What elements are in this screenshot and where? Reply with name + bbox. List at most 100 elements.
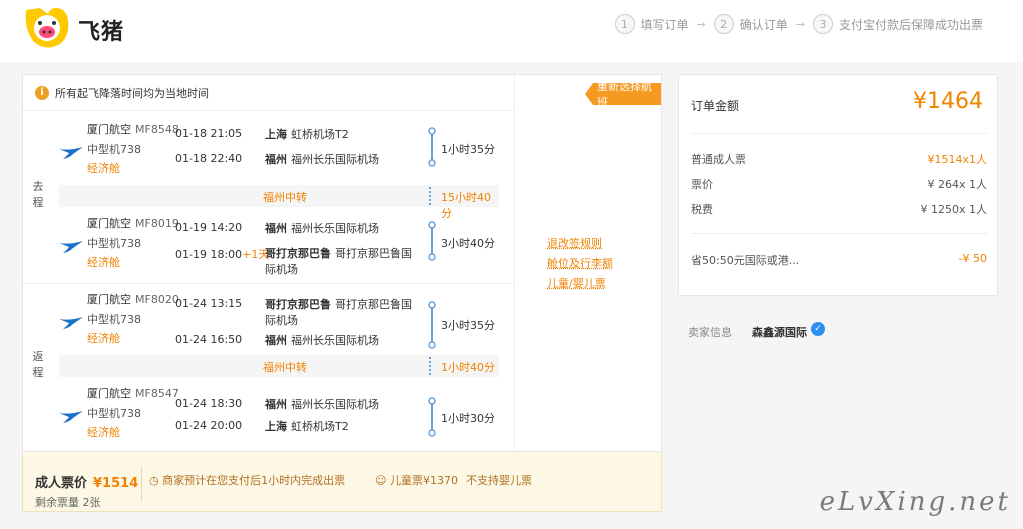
seller-label: 卖家信息 <box>688 326 732 339</box>
return-label: 返程 <box>32 350 44 379</box>
arrow-right-icon: → <box>795 17 805 31</box>
price-row-value: ¥ 264x 1人 <box>927 178 988 191</box>
flight-duration: 1小时35分 <box>441 143 495 156</box>
airline-name: 厦门航空 <box>87 123 131 136</box>
flight-number: MF8548 <box>135 123 179 136</box>
arrival-city: 福州 <box>265 153 287 166</box>
divider <box>141 466 142 502</box>
xiamen-airlines-logo-icon <box>59 317 83 329</box>
airline-name: 厦门航空 <box>87 217 131 230</box>
departure-airport-name: 福州长乐国际机场 <box>291 222 379 235</box>
departure-airport: 哥打京那巴鲁 哥打京那巴鲁国际机场 <box>265 297 420 329</box>
adult-price-value: ¥1514 <box>93 476 139 491</box>
transfer-bar: 福州中转 15小时40分 <box>59 185 499 220</box>
price-row-value: ¥ 1250x 1人 <box>920 203 988 216</box>
departure-airport: 福州 福州长乐国际机场 <box>265 397 420 413</box>
clock-icon: ◷ <box>149 474 163 487</box>
departure-time: 01-24 13:15 <box>175 297 243 310</box>
arrival-time-text: 01-24 16:50 <box>175 333 243 346</box>
child-icon: ☺ <box>375 474 390 487</box>
plane-type: 中型机738 <box>87 237 141 250</box>
divider <box>691 233 987 234</box>
discount-label[interactable]: 省50:50元国际或港... <box>691 254 799 267</box>
price-row-label: 普通成人票 <box>691 153 746 166</box>
xiamen-airlines-logo-icon <box>59 241 83 253</box>
price-row: 税费 ¥ 1250x 1人 <box>691 201 987 217</box>
airline-name: 厦门航空 <box>87 387 131 400</box>
departure-city: 福州 <box>265 222 287 235</box>
cabin-class: 经济舱 <box>87 162 120 175</box>
seller-name[interactable]: 森鑫源国际 <box>752 324 807 340</box>
arrival-city: 福州 <box>265 334 287 347</box>
xiamen-airlines-logo-icon <box>59 147 83 159</box>
departure-time: 01-18 21:05 <box>175 127 243 140</box>
reselect-flight-button[interactable]: 重新选择航班 <box>585 83 661 105</box>
flight-details-panel: i 所有起飞降落时间均为当地时间 重新选择航班 退改签规则 舱位及行李额 儿童/… <box>22 74 662 453</box>
arrival-airport: 福州 福州长乐国际机场 <box>265 333 420 349</box>
issue-promise: ◷ 商家预计在您支付后1小时内完成出票 <box>149 472 345 488</box>
total-amount: ¥1464 <box>913 89 983 114</box>
flight-number: MF8020 <box>135 293 179 306</box>
airline-info: 厦门航空 MF8019 <box>87 215 179 231</box>
flight-line-icon <box>428 301 436 349</box>
cabin-class: 经济舱 <box>87 332 120 345</box>
fliggy-logo-icon[interactable] <box>20 4 72 52</box>
info-icon: i <box>35 85 49 100</box>
flight-line-icon <box>428 397 436 437</box>
header: 飞猪 1 填写订单 → 2 确认订单 → 3 支付宝付款后保障成功出票 <box>0 0 1023 62</box>
flight-duration: 3小时35分 <box>441 319 495 332</box>
plane-type: 中型机738 <box>87 143 141 156</box>
departure-time: 01-24 18:30 <box>175 397 243 410</box>
arrival-airport-name: 福州长乐国际机场 <box>291 153 379 166</box>
arrival-airport: 上海 虹桥机场T2 <box>265 419 420 435</box>
airline-info: 厦门航空 MF8547 <box>87 385 179 401</box>
price-row-label: 税费 <box>691 203 713 216</box>
flight-segment: 厦门航空 MF8548 中型机738 经济舱 01-18 21:05 01-18 … <box>59 121 499 187</box>
section-divider <box>23 283 515 284</box>
departure-time: 01-19 14:20 <box>175 221 243 234</box>
discount-value: -¥ 50 <box>958 252 987 265</box>
plane-type: 中型机738 <box>87 313 141 326</box>
departure-city: 哥打京那巴鲁 <box>265 298 331 311</box>
price-summary-bar: 成人票价 ¥1514 剩余票量 2张 ◷ 商家预计在您支付后1小时内完成出票 ☺ … <box>22 452 662 512</box>
flight-number: MF8547 <box>135 387 179 400</box>
price-row: 普通成人票 ¥1514x1人 <box>691 151 987 167</box>
refund-change-rules-link[interactable]: 退改签规则 <box>547 235 613 251</box>
issue-promise-text: 商家预计在您支付后1小时内完成出票 <box>162 474 346 487</box>
arrival-airport: 哥打京那巴鲁 哥打京那巴鲁国际机场 <box>265 246 420 278</box>
verified-badge-icon: ✓ <box>811 322 825 336</box>
local-time-notice: i 所有起飞降落时间均为当地时间 <box>23 75 515 111</box>
child-ticket-info: ☺ 儿童票¥1370 不支持婴儿票 <box>375 472 532 488</box>
step-label: 确认订单 <box>739 17 788 32</box>
cabin-class: 经济舱 <box>87 426 120 439</box>
arrival-time-text: 01-24 20:00 <box>175 419 243 432</box>
plane-type: 中型机738 <box>87 407 141 420</box>
transfer-city: 福州中转 <box>263 361 307 374</box>
step-number: 2 <box>713 14 734 34</box>
progress-steps: 1 填写订单 → 2 确认订单 → 3 支付宝付款后保障成功出票 <box>614 14 983 34</box>
divider <box>691 133 987 134</box>
rules-links: 退改签规则 舱位及行李额 儿童/婴儿票 <box>547 235 613 291</box>
brand-name[interactable]: 飞猪 <box>78 14 124 46</box>
arrival-city: 上海 <box>265 420 287 433</box>
flight-line-icon <box>428 221 436 261</box>
watermark: eLvXing.net <box>819 487 1011 517</box>
flight-number: MF8019 <box>135 217 179 230</box>
arrival-time: 01-18 22:40 <box>175 152 242 165</box>
arrival-time-text: 01-18 22:40 <box>175 152 243 165</box>
cabin-baggage-link[interactable]: 舱位及行李额 <box>547 255 613 271</box>
discount-row: 省50:50元国际或港... -¥ 50 <box>691 252 987 268</box>
price-row-label: 票价 <box>691 178 713 191</box>
departure-city: 上海 <box>265 128 287 141</box>
child-infant-ticket-link[interactable]: 儿童/婴儿票 <box>547 275 613 291</box>
remaining-tickets: 剩余票量 2张 <box>35 496 101 509</box>
seller-info: 卖家信息 森鑫源国际 ✓ <box>688 322 825 340</box>
arrival-time: 01-24 20:00 <box>175 419 242 432</box>
outbound-label: 去程 <box>32 180 44 209</box>
transfer-city: 福州中转 <box>263 191 307 204</box>
price-row: 票价 ¥ 264x 1人 <box>691 176 987 192</box>
arrival-airport-name: 福州长乐国际机场 <box>291 334 379 347</box>
step-number: 3 <box>812 14 833 34</box>
airline-name: 厦门航空 <box>87 293 131 306</box>
order-summary-panel: 订单金额 ¥1464 普通成人票 ¥1514x1人 票价 ¥ 264x 1人 税费 ¥… <box>678 74 998 296</box>
